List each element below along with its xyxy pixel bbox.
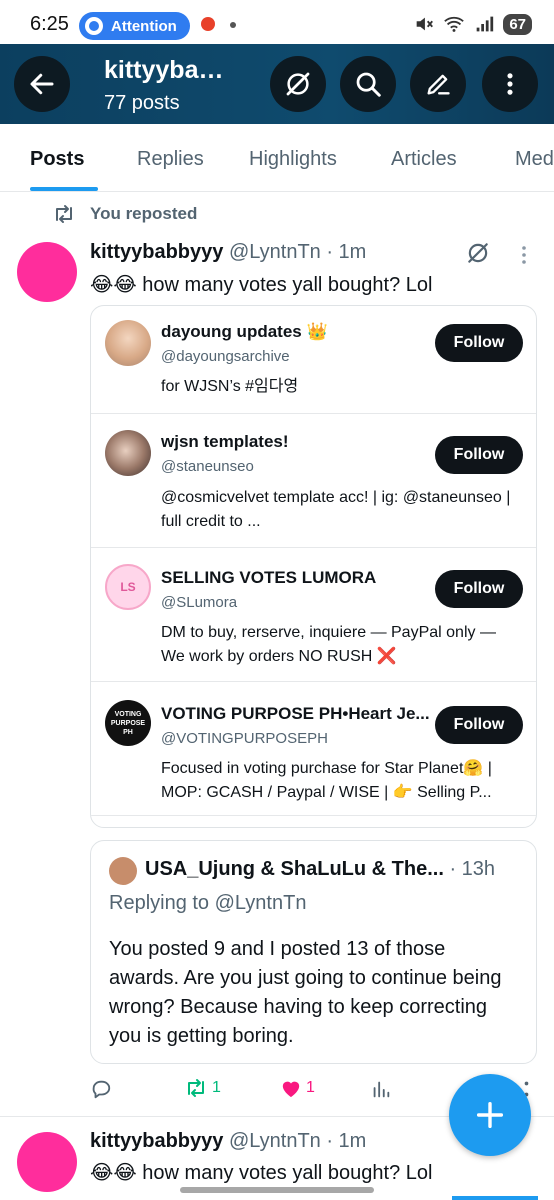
quoted-text: You posted 9 and I posted 13 of those aw… — [109, 938, 502, 1047]
compose-icon — [427, 74, 450, 95]
like-count: 1 — [306, 1079, 315, 1096]
account-card[interactable]: dayoung updates 👑 @dayoungsarchive for W… — [91, 306, 536, 414]
account-bio: for WJSN’s #임다영 — [161, 378, 299, 395]
back-arrow-icon — [30, 73, 54, 95]
grok-button[interactable] — [270, 56, 326, 112]
account-handle: @staneunseo — [161, 458, 254, 475]
account-name: wjsn templates! — [161, 432, 289, 451]
account-name: VOTING PURPOSE PH•Heart Je... — [161, 704, 430, 723]
account-card[interactable]: LS SELLING VOTES LUMORA @SLumora DM to b… — [91, 548, 536, 682]
more-vertical-icon — [507, 73, 513, 95]
back-button[interactable] — [14, 56, 70, 112]
plus-icon — [476, 1101, 504, 1129]
account-handle: @SLumora — [161, 594, 238, 611]
compose-fab[interactable] — [449, 1074, 531, 1156]
account-bio: @cosmicvelvet template acc! | ig: @stane… — [161, 489, 511, 530]
repost-label-row: You reposted — [52, 204, 197, 224]
account-name: SELLING VOTES LUMORA — [161, 568, 377, 587]
account-card[interactable]: VOTING PURPOSE PH VOTING PURPOSE PH•Hear… — [91, 682, 536, 816]
more-button[interactable] — [482, 56, 538, 112]
tweet-handle-time: @LyntnTn · 1m — [228, 241, 367, 263]
repost-icon — [188, 1079, 204, 1097]
avatar[interactable] — [17, 1132, 77, 1192]
account-avatar — [105, 430, 151, 476]
tab-posts[interactable]: Posts — [30, 148, 84, 171]
notification-dot-icon — [230, 22, 236, 28]
repost-icon — [56, 205, 72, 223]
account-avatar — [105, 320, 151, 366]
header-post-count: 77 posts — [104, 92, 180, 114]
tab-articles[interactable]: Articles — [391, 148, 457, 171]
account-card[interactable]: wjsn templates! @staneunseo @cosmicvelve… — [91, 414, 536, 548]
account-bio: DM to buy, rerserve, inquiere — PayPal o… — [161, 624, 496, 665]
quoted-avatar — [109, 857, 137, 885]
like-button[interactable]: 1 — [280, 1078, 315, 1098]
account-bio: Focused in voting purchase for Star Plan… — [161, 760, 492, 801]
views-button[interactable] — [370, 1078, 392, 1100]
heart-icon — [282, 1081, 300, 1098]
repost-button[interactable]: 1 — [184, 1078, 221, 1098]
quoted-time: · 13h — [449, 858, 496, 880]
views-icon — [373, 1081, 390, 1098]
header-title: kittyyba… — [104, 56, 224, 84]
status-right: 67 — [413, 13, 532, 35]
follow-button[interactable]: Follow — [435, 324, 523, 362]
quoted-replying-to: Replying to @LyntnTn — [109, 892, 307, 914]
grok-icon[interactable] — [465, 240, 491, 266]
profile-header: kittyyba… 77 posts — [0, 44, 554, 124]
tab-replies[interactable]: Replies — [137, 148, 204, 171]
bottom-nav-accent — [452, 1196, 538, 1200]
attention-label: Attention — [111, 17, 177, 35]
search-button[interactable] — [340, 56, 396, 112]
profile-tabs: Posts Replies Highlights Articles Med — [0, 124, 554, 192]
gesture-bar[interactable] — [180, 1187, 374, 1193]
active-tab-indicator — [30, 187, 98, 191]
quoted-author-name: USA_Ujung & ShaLuLu & The... — [145, 858, 444, 880]
tweet-author[interactable]: kittyybabbyyy @LyntnTn · 1m — [90, 241, 366, 264]
attention-icon — [85, 17, 103, 35]
tweet-text: 😂😂 how many votes yall bought? Lol — [90, 274, 433, 296]
wifi-icon — [444, 16, 465, 32]
tweet-text: 😂😂 how many votes yall bought? Lol — [90, 1162, 433, 1184]
account-handle: @VOTINGPURPOSEPH — [161, 730, 328, 747]
battery-badge: 67 — [503, 13, 532, 35]
compose-button[interactable] — [410, 56, 466, 112]
signal-icon — [476, 16, 494, 32]
tab-highlights[interactable]: Highlights — [249, 148, 337, 171]
account-cards: dayoung updates 👑 @dayoungsarchive for W… — [90, 305, 537, 828]
more-vertical-icon[interactable] — [515, 244, 533, 266]
quoted-author: USA_Ujung & ShaLuLu & The... · 13h — [145, 858, 495, 881]
follow-button[interactable]: Follow — [435, 570, 523, 608]
account-avatar: LS — [105, 564, 151, 610]
mute-icon — [416, 17, 434, 31]
tweet-author[interactable]: kittyybabbyyy @LyntnTn · 1m — [90, 1130, 366, 1153]
follow-button[interactable]: Follow — [435, 706, 523, 744]
quoted-tweet[interactable]: USA_Ujung & ShaLuLu & The... · 13h Reply… — [90, 840, 537, 1064]
status-time: 6:25 — [30, 13, 69, 35]
status-bar: 6:25 Attention 67 — [0, 0, 554, 50]
notification-app-icon — [201, 17, 215, 31]
search-icon — [356, 72, 381, 97]
follow-button[interactable]: Follow — [435, 436, 523, 474]
account-name: dayoung updates 👑 — [161, 322, 328, 341]
tweet-author-name: kittyybabbyyy — [90, 241, 224, 263]
attention-pill[interactable]: Attention — [79, 12, 190, 40]
repost-count: 1 — [212, 1079, 221, 1096]
account-avatar: VOTING PURPOSE PH — [105, 700, 151, 746]
tweet-handle-time: @LyntnTn · 1m — [228, 1130, 367, 1152]
repost-label: You reposted — [90, 204, 198, 223]
reply-icon — [92, 1080, 111, 1099]
avatar[interactable] — [17, 242, 77, 302]
account-handle: @dayoungsarchive — [161, 348, 290, 365]
tab-media[interactable]: Med — [515, 148, 554, 171]
tweet-author-name: kittyybabbyyy — [90, 1130, 224, 1152]
grok-icon — [286, 72, 310, 96]
reply-button[interactable] — [90, 1078, 112, 1100]
